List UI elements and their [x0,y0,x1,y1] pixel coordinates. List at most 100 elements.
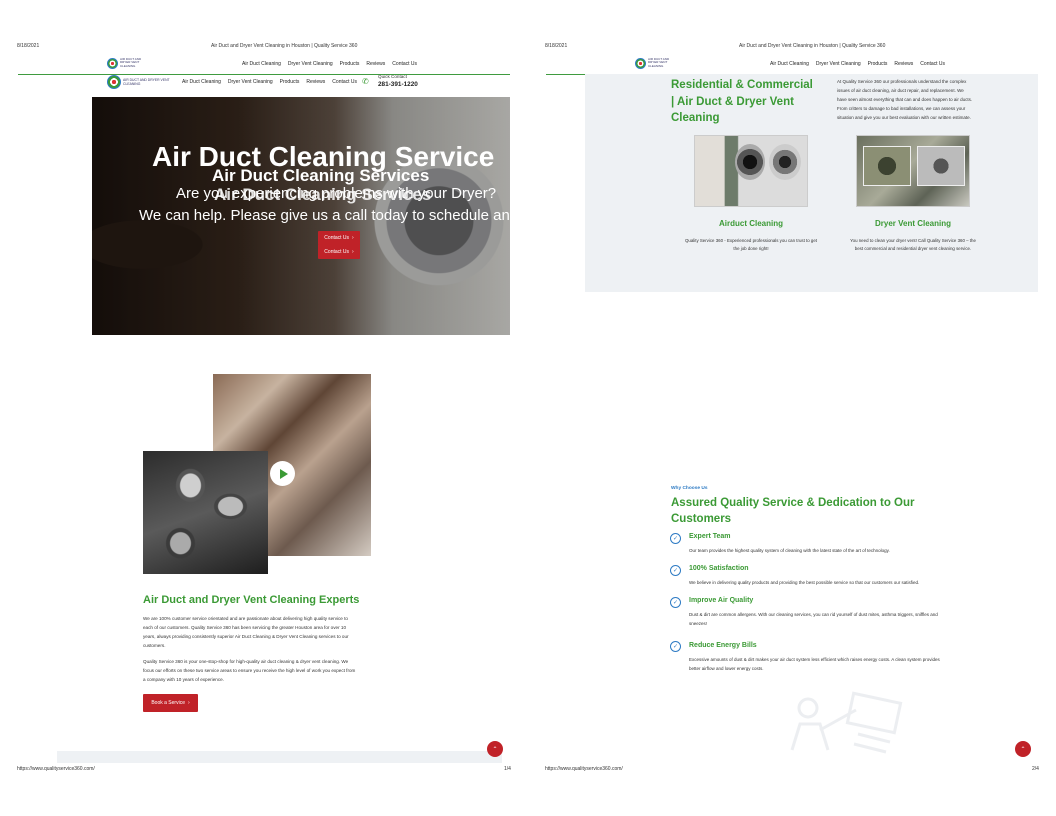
nav-link-products[interactable]: Products [868,61,888,67]
chevron-right-icon: › [352,235,354,241]
about-p2-line: a company with 10 years of experience. [143,677,224,682]
header-logo-text: AIR DUCT AND DRYER VENT CLEANING [123,78,170,86]
services-title-line: | Air Duct & Dryer Vent [671,95,794,108]
top-nav: AIR DUCT AND DRYER VENT CLEANING Air Duc… [18,55,510,75]
cleaning-worker-watermark-icon [790,691,903,754]
chevron-up-icon: ⌃ [1020,746,1026,753]
feature-text-energy-bills: Excessive amounts of dust & dirt makes y… [689,655,940,673]
dryer-vent-cleaning-image[interactable] [856,135,970,207]
header-nav-products[interactable]: Products [280,79,300,85]
print-page-2: 8/18/2021 Air Duct and Dryer Vent Cleani… [528,0,1056,816]
feature-text-line: We believe in delivering quality product… [689,580,920,585]
scroll-to-top-button[interactable]: ⌃ [1015,741,1031,757]
print-url: https://www.qualityservice360.com/ [545,766,623,772]
about-paragraph-2: Quality Service 360 is your one-stop-sho… [143,657,393,684]
book-service-label: Book a Service [151,700,185,706]
scroll-to-top-button[interactable]: ⌃ [487,741,503,757]
print-date: 8/18/2021 [545,43,568,49]
feature-text-satisfaction: We believe in delivering quality product… [689,578,919,587]
about-paragraph-1: We are 100% customer service orientated … [143,614,393,650]
header-nav-reviews[interactable]: Reviews [306,79,325,85]
duct-pipes-photo [143,451,268,574]
logo-emblem-icon [107,57,118,69]
phone-number[interactable]: 281-391-1220 [378,81,418,88]
dryer-vent-card-title[interactable]: Dryer Vent Cleaning [856,219,970,228]
dryer-vent-card-line: best commercial and residential dryer ve… [854,246,972,251]
top-nav: AIR DUCT AND DRYER VENT CLEANING Air Duc… [546,55,1038,75]
check-circle-icon: ✓ [670,597,681,608]
why-title-line: Assured Quality Service & Dedication to … [671,497,915,509]
hero-contact-button[interactable]: Contact Us › [318,244,360,259]
hero-title-small: Air Duct Cleaning Services [212,166,430,185]
site-logo[interactable]: AIR DUCT AND DRYER VENT CLEANING [107,57,147,69]
check-circle-icon: ✓ [670,641,681,652]
nav-links: Air Duct Cleaning Dryer Vent Cleaning Pr… [242,61,417,67]
about-p2-line: focus our efforts on these two service a… [143,668,356,673]
nav-link-dryer-vent[interactable]: Dryer Vent Cleaning [288,61,333,67]
services-intro: At Quality Service 360 our professionals… [837,77,1007,122]
vent-after-photo [917,146,965,186]
play-video-button[interactable] [270,461,295,486]
services-intro-line: From critters to damage to bad installat… [837,106,966,111]
about-p2-line: Quality Service 360 is your one-stop-sho… [143,659,349,664]
airduct-card-text: Quality Service 360 - Experienced profes… [668,237,834,253]
book-service-button[interactable]: Book a Service › [143,694,198,712]
print-page-number: 1/4 [504,766,511,772]
about-title: Air Duct and Dryer Vent Cleaning Experts [143,594,360,606]
feature-text-line: better airflow and lower energy costs. [689,666,764,671]
hero-contact-label-ghost: Contact Us [324,235,350,241]
duct-after-photo [769,144,801,180]
services-title: Residential & Commercial | Air Duct & Dr… [671,77,813,127]
feature-title-energy-bills: Reduce Energy Bills [689,642,757,649]
print-title: Air Duct and Dryer Vent Cleaning in Hous… [739,43,886,49]
header-logo[interactable]: AIR DUCT AND DRYER VENT CLEANING [107,75,179,89]
services-intro-line: issues of air duct cleaning, air duct re… [837,88,964,93]
airduct-card-title[interactable]: Airduct Cleaning [694,219,808,228]
airduct-cleaning-image[interactable] [694,135,808,207]
header-nav-dryer-vent[interactable]: Dryer Vent Cleaning [228,79,273,85]
header-nav-links: Air Duct Cleaning Dryer Vent Cleaning Pr… [182,79,357,85]
chevron-up-icon: ⌃ [492,746,498,753]
header-nav-contact[interactable]: Contact Us [332,79,357,85]
feature-title-expert-team: Expert Team [689,533,731,540]
feature-text-air-quality: Dust & dirt are common allergens. With o… [689,610,938,628]
print-date: 8/18/2021 [17,43,40,49]
chevron-right-icon: › [187,700,190,706]
nav-link-products[interactable]: Products [340,61,360,67]
hero-contact-button-ghost[interactable]: Contact Us › [318,231,360,245]
airduct-card-line: the job done right! [733,246,769,251]
chevron-right-icon: › [352,248,354,255]
quick-contact-label: Quick Contact [378,74,407,79]
why-eyebrow: Why Choose Us [671,486,708,491]
dryer-vent-card-text: You need to clean your dryer vent! Call … [828,237,998,253]
about-p1-line: each of our customers. Quality Service 3… [143,625,346,630]
about-p1-line: customers. [143,643,166,648]
site-logo[interactable]: AIR DUCT AND DRYER VENT CLEANING [635,57,675,69]
airduct-card-line: Quality Service 360 - Experienced profes… [684,238,818,243]
services-title-line: Residential & Commercial [671,79,813,91]
nav-link-dryer-vent[interactable]: Dryer Vent Cleaning [816,61,861,67]
why-title-line: Customers [671,513,732,525]
feature-text-expert-team: Our team provides the highest quality sy… [689,546,890,555]
about-p1-line: years, always providing consistently sup… [143,634,349,639]
header-nav-air-duct[interactable]: Air Duct Cleaning [182,79,221,85]
hero-banner: Air Duct Cleaning Service Air Duct Clean… [92,97,510,335]
print-page-number: 2/4 [1032,766,1039,772]
hero-subtitle-line2: We can help. Please give us a call today… [139,207,510,224]
why-title: Assured Quality Service & Dedication to … [671,495,914,527]
feature-title-satisfaction: 100% Satisfaction [689,565,749,572]
feature-text-line: Our team provides the highest quality sy… [689,548,890,553]
nav-link-air-duct[interactable]: Air Duct Cleaning [242,61,281,67]
nav-link-reviews[interactable]: Reviews [366,61,385,67]
nav-link-contact[interactable]: Contact Us [392,61,417,67]
nav-link-air-duct[interactable]: Air Duct Cleaning [770,61,809,67]
nav-link-reviews[interactable]: Reviews [894,61,913,67]
services-title-line: Cleaning [671,112,720,124]
about-p1-line: We are 100% customer service orientated … [143,616,348,621]
services-intro-line: have seen almost everything that can and… [837,97,973,102]
play-icon [279,468,288,479]
feature-title-air-quality: Improve Air Quality [689,597,754,604]
check-circle-icon: ✓ [670,533,681,544]
nav-link-contact[interactable]: Contact Us [920,61,945,67]
feature-text-line: Dust & dirt are common allergens. With o… [689,612,938,617]
